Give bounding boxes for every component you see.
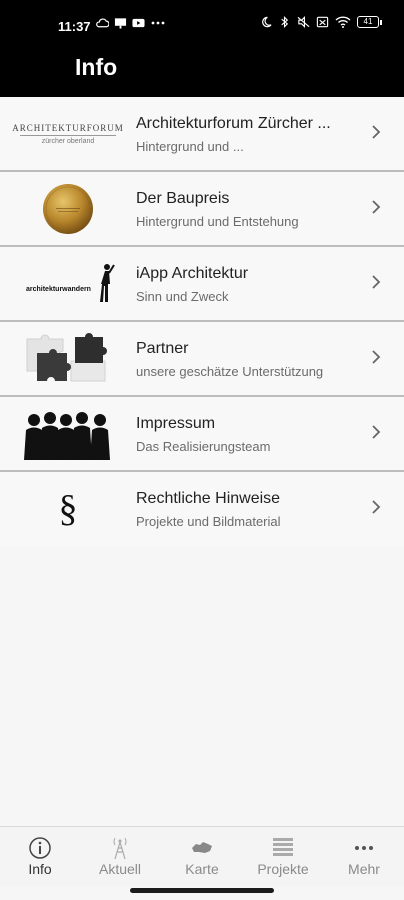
architekturforum-logo: ARCHITEKTURFORUM zürcher oberland bbox=[12, 105, 123, 163]
chevron-right-icon bbox=[372, 350, 381, 364]
list-item-partner[interactable]: Partner unsere geschätze Unterstützung bbox=[0, 322, 404, 397]
tab-label: Projekte bbox=[257, 861, 309, 877]
list-item-subtitle: unsere geschätze Unterstützung bbox=[136, 364, 324, 379]
paragraph-symbol: § bbox=[58, 488, 78, 530]
list-item-impressum[interactable]: Impressum Das Realisierungsteam bbox=[0, 397, 404, 472]
logo-sub: zürcher oberland bbox=[41, 138, 95, 145]
list-item-title: iApp Architektur bbox=[136, 265, 249, 282]
moon-icon bbox=[262, 16, 272, 28]
more-dots-icon bbox=[151, 21, 165, 25]
bluetooth-icon bbox=[281, 16, 289, 28]
team-silhouettes-icon bbox=[18, 405, 118, 463]
list-item-baupreis[interactable]: Der Baupreis Hintergrund und Entstehung bbox=[0, 172, 404, 247]
wifi-icon bbox=[335, 16, 351, 28]
puzzle-pieces-icon bbox=[18, 330, 118, 388]
cloud-icon bbox=[96, 18, 109, 28]
list-item-architekturforum[interactable]: ARCHITEKTURFORUM zürcher oberland Archit… bbox=[0, 97, 404, 172]
info-list: ARCHITEKTURFORUM zürcher oberland Archit… bbox=[0, 97, 404, 545]
tab-info[interactable]: Info bbox=[0, 827, 80, 887]
youtube-icon bbox=[132, 18, 145, 28]
gold-medal-icon bbox=[18, 180, 118, 238]
list-item-title: Der Baupreis bbox=[136, 190, 230, 207]
tab-label: Info bbox=[28, 861, 52, 877]
page-title: Info bbox=[75, 54, 118, 80]
status-bar: 11:37 41 bbox=[0, 0, 404, 40]
battery-level: 41 bbox=[357, 16, 379, 28]
list-item-title: Impressum bbox=[136, 415, 216, 432]
list-item-title: Rechtliche Hinweise bbox=[136, 490, 281, 507]
message-icon bbox=[114, 18, 127, 29]
list-item-subtitle: Hintergrund und ... bbox=[136, 139, 244, 154]
sim-off-icon bbox=[316, 16, 329, 28]
app-screen: 11:37 41 Info ARCHITEKTURFORUM zürcher o… bbox=[0, 0, 404, 900]
list-item-title: Partner bbox=[136, 340, 189, 357]
chevron-right-icon bbox=[372, 200, 381, 214]
home-indicator[interactable] bbox=[130, 888, 274, 893]
tab-karte[interactable]: Karte bbox=[162, 827, 242, 887]
map-icon bbox=[192, 842, 212, 853]
walker-figure-icon bbox=[99, 264, 115, 302]
list-item-subtitle: Sinn und Zweck bbox=[136, 289, 229, 304]
more-icon bbox=[355, 846, 373, 850]
status-right-icons: 41 bbox=[259, 16, 382, 28]
mute-icon bbox=[297, 16, 310, 28]
list-item-subtitle: Das Realisierungsteam bbox=[136, 439, 271, 454]
tab-projekte[interactable]: Projekte bbox=[243, 827, 323, 887]
logo-text: architekturwandern bbox=[26, 285, 91, 293]
status-left-icons bbox=[96, 17, 166, 29]
list-item-title: Architekturforum Zürcher ... bbox=[136, 115, 331, 132]
app-header: Info bbox=[0, 40, 404, 97]
tab-label: Karte bbox=[185, 861, 219, 877]
antenna-icon bbox=[113, 837, 127, 860]
tab-label: Aktuell bbox=[98, 861, 142, 877]
paragraph-symbol-icon: § bbox=[18, 480, 118, 538]
list-item-iapp[interactable]: architekturwandern iApp Architektur Sinn… bbox=[0, 247, 404, 322]
tab-mehr[interactable]: Mehr bbox=[324, 827, 404, 887]
battery-icon: 41 bbox=[357, 16, 382, 28]
chevron-right-icon bbox=[372, 125, 381, 139]
logo-text: ARCHITEKTURFORUM bbox=[12, 123, 124, 133]
chevron-right-icon bbox=[372, 275, 381, 289]
list-icon bbox=[273, 838, 293, 856]
list-item-subtitle: Projekte und Bildmaterial bbox=[136, 514, 281, 529]
list-item-subtitle: Hintergrund und Entstehung bbox=[136, 214, 299, 229]
tab-label: Mehr bbox=[348, 861, 380, 877]
chevron-right-icon bbox=[372, 500, 381, 514]
chevron-right-icon bbox=[372, 425, 381, 439]
list-item-rechtliche-hinweise[interactable]: § Rechtliche Hinweise Projekte und Bildm… bbox=[0, 472, 404, 545]
bottom-tab-bar: Info Aktuell Karte Projekte Mehr bbox=[0, 826, 404, 887]
info-icon bbox=[29, 837, 51, 859]
tab-aktuell[interactable]: Aktuell bbox=[80, 827, 160, 887]
status-time: 11:37 bbox=[58, 19, 91, 34]
architekturwandern-logo: architekturwandern bbox=[18, 255, 118, 313]
